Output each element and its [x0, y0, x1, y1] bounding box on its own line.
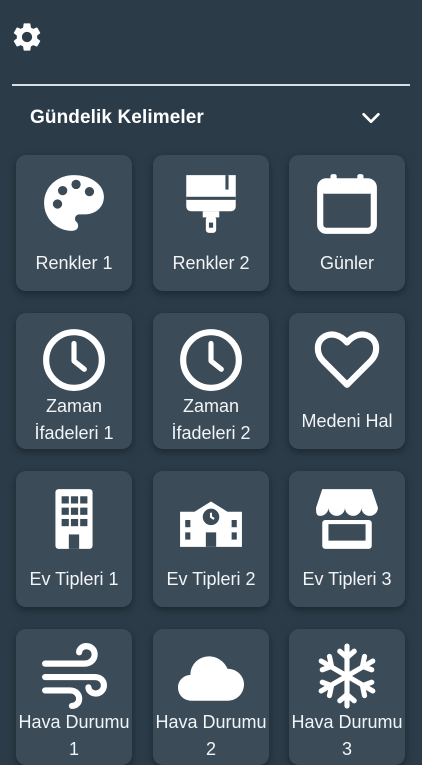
- palette-icon: [44, 175, 104, 231]
- category-card[interactable]: Zaman İfadeleri 1: [16, 313, 132, 449]
- header-divider: [12, 84, 410, 86]
- category-card[interactable]: Renkler 1: [16, 155, 132, 291]
- heart-icon: [314, 331, 380, 388]
- chevron-down-icon[interactable]: [360, 107, 382, 129]
- category-label: Hava Durumu 3: [291, 712, 403, 759]
- clock-icon: [180, 329, 242, 391]
- category-label: Renkler 1: [35, 253, 113, 273]
- category-label: Ev Tipleri 2: [166, 569, 256, 589]
- snowflake-icon: [318, 643, 376, 709]
- store-icon: [316, 489, 378, 549]
- category-label: Medeni Hal: [301, 411, 393, 431]
- category-card[interactable]: Hava Durumu 1: [16, 629, 132, 765]
- calendar-icon: [317, 174, 377, 234]
- category-card[interactable]: Hava Durumu 2: [153, 629, 269, 765]
- cloud-icon: [178, 656, 244, 701]
- wind-icon: [42, 643, 107, 709]
- category-label: Zaman İfadeleri 1: [34, 396, 114, 443]
- category-card[interactable]: Medeni Hal: [289, 313, 405, 449]
- category-label: Hava Durumu 1: [18, 712, 130, 759]
- category-label: Renkler 2: [172, 253, 250, 273]
- category-label: Zaman İfadeleri 2: [171, 396, 251, 443]
- category-card[interactable]: Zaman İfadeleri 2: [153, 313, 269, 449]
- category-card[interactable]: Ev Tipleri 3: [289, 471, 405, 607]
- category-label: Ev Tipleri 3: [302, 569, 392, 589]
- category-card[interactable]: Günler: [289, 155, 405, 291]
- gear-icon[interactable]: [10, 20, 44, 54]
- school-icon: [180, 501, 242, 547]
- category-label: Ev Tipleri 1: [29, 569, 119, 589]
- category-card[interactable]: Renkler 2: [153, 155, 269, 291]
- category-card[interactable]: Ev Tipleri 1: [16, 471, 132, 607]
- category-label: Hava Durumu 2: [155, 712, 267, 759]
- building-icon: [55, 489, 93, 549]
- category-card[interactable]: Hava Durumu 3: [289, 629, 405, 765]
- top-bar: [0, 0, 422, 84]
- section-title: Gündelik Kelimeler: [30, 107, 204, 128]
- category-label: Günler: [319, 253, 375, 273]
- paintbrush-icon: [186, 175, 236, 233]
- section-header[interactable]: Gündelik Kelimeler: [12, 98, 410, 138]
- clock-icon: [43, 329, 105, 391]
- category-card[interactable]: Ev Tipleri 2: [153, 471, 269, 607]
